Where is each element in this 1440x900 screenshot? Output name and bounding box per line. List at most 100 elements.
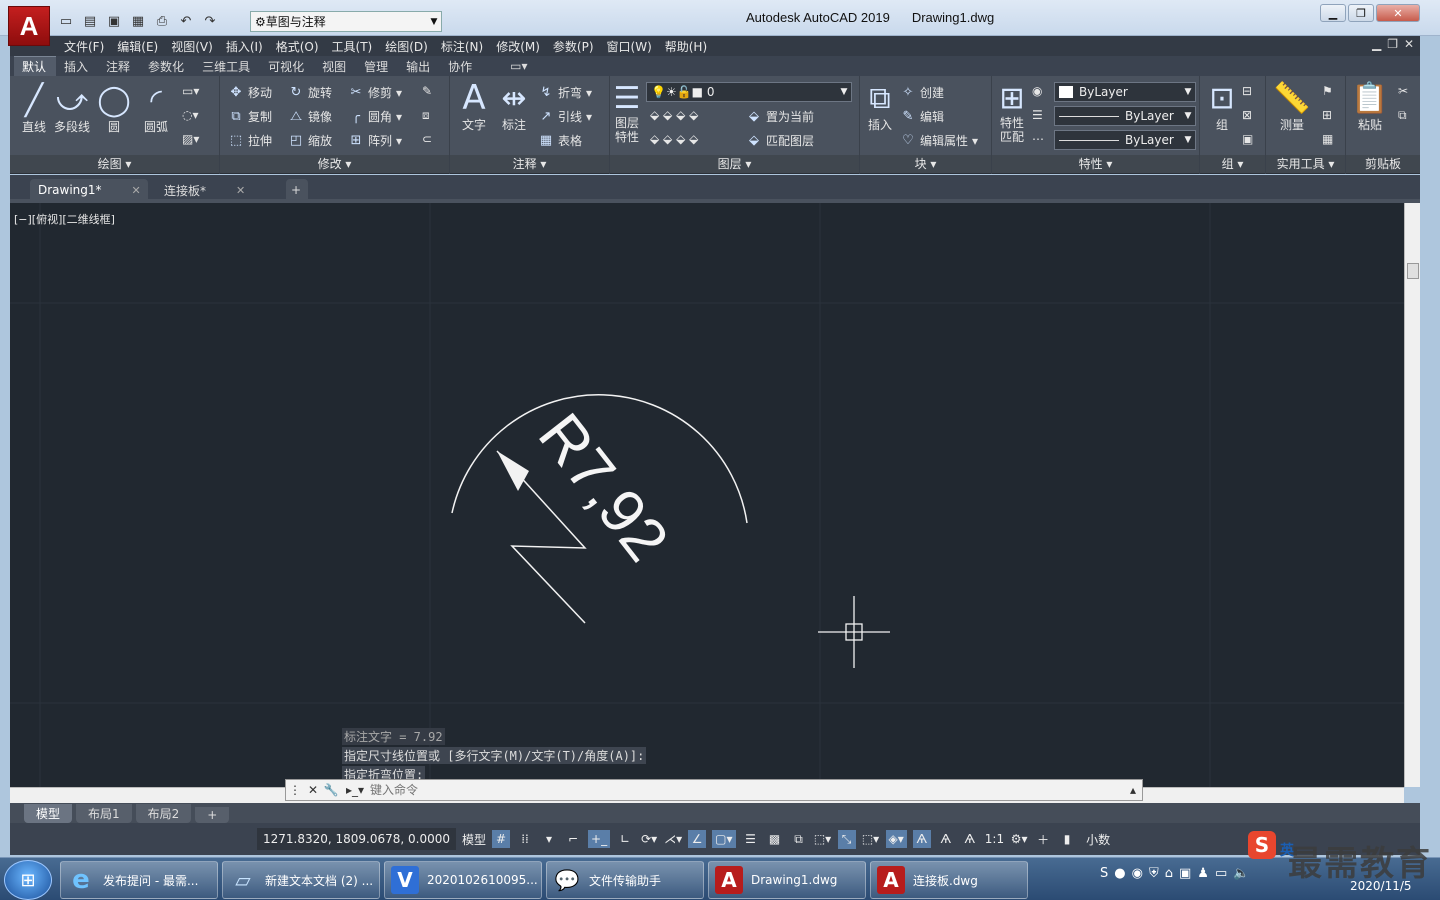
shield-icon[interactable]: ⛨ — [1149, 866, 1159, 881]
menu-dimension[interactable]: 标注(N) — [439, 38, 494, 55]
annotation-scale-value[interactable]: 1:1 — [985, 832, 1004, 846]
close-icon[interactable]: ✕ — [236, 184, 245, 197]
network-icon[interactable]: ⌂ — [1165, 866, 1173, 881]
measure-button[interactable]: 📏 测量 — [1273, 80, 1310, 133]
plus-icon[interactable]: ＋ — [1034, 831, 1052, 848]
calculator-icon[interactable]: ▦ — [1322, 132, 1333, 146]
ungroup-icon[interactable]: ⊟ — [1242, 84, 1252, 98]
units-value[interactable]: 小数 — [1086, 831, 1110, 848]
edit-attributes-button[interactable]: ♡ 编辑属性 ▾ — [900, 132, 978, 149]
table-button[interactable]: ▦ 表格 — [538, 132, 582, 149]
menu-draw[interactable]: 绘图(D) — [383, 38, 439, 55]
text-button[interactable]: A 文字 — [456, 78, 492, 133]
trim-button[interactable]: ✂ 修剪 ▾ — [348, 84, 403, 101]
infer-constraints-icon[interactable]: ⌐ — [564, 832, 582, 846]
dimension-button[interactable]: ⇹ 标注 — [496, 80, 532, 133]
menu-format[interactable]: 格式(O) — [274, 38, 330, 55]
tab-manage[interactable]: 管理 — [356, 57, 398, 76]
match-layer-button[interactable]: ⬙ 匹配图层 — [746, 132, 814, 149]
panel-title-groups[interactable]: 组 ▾ — [1200, 155, 1265, 173]
panel-title-annotation[interactable]: 注释 ▾ — [450, 155, 609, 173]
tab-visualize[interactable]: 可视化 — [260, 57, 314, 76]
group-edit-icon[interactable]: ⊠ — [1242, 108, 1252, 122]
panel-title-layers[interactable]: 图层 ▾ — [610, 155, 859, 173]
layer-properties-button[interactable]: ☰ 图层特性 — [612, 80, 642, 145]
group-button[interactable]: ⊡ 组 — [1204, 80, 1240, 133]
menu-tools[interactable]: 工具(T) — [330, 38, 384, 55]
display-icon[interactable]: ▭ — [1215, 866, 1227, 881]
layer-dropdown[interactable]: 💡☀🔓■ 0 ▼ — [646, 82, 852, 102]
set-current-button[interactable]: ⬙ 置为当前 — [746, 108, 814, 125]
start-button[interactable]: ⊞ — [4, 860, 52, 900]
taskbar-item-ie[interactable]: e 发布提问 - 最需... — [60, 861, 218, 899]
select-all-icon[interactable]: ⊞ — [1322, 108, 1332, 122]
taskbar-item-connection-plate[interactable]: A 连接板.dwg — [870, 861, 1028, 899]
wechat-tray-icon[interactable]: ● — [1114, 866, 1125, 881]
annotation-visibility-icon[interactable]: Ѧ — [912, 830, 931, 848]
menu-insert[interactable]: 插入(I) — [224, 38, 274, 55]
model-space-button[interactable]: 模型 — [462, 831, 486, 848]
qq-icon[interactable]: ♟ — [1197, 866, 1209, 881]
paste-button[interactable]: 📋 粘贴 — [1351, 80, 1388, 133]
volume-icon[interactable]: 🔈 — [1233, 866, 1249, 881]
tab-layout2[interactable]: 布局2 — [135, 804, 192, 823]
dynamic-ucs-icon[interactable]: ⤡ — [837, 829, 856, 849]
menu-file[interactable]: 文件(F) — [62, 38, 115, 55]
fillet-button[interactable]: ╭ 圆角 ▾ — [348, 108, 402, 125]
panel-title-utilities[interactable]: 实用工具 ▾ — [1266, 155, 1345, 173]
close-icon[interactable]: ✕ — [132, 184, 141, 197]
wrench-icon[interactable]: 🔧 — [322, 783, 340, 797]
tab-insert[interactable]: 插入 — [56, 57, 98, 76]
minimize-button[interactable]: ▁ — [1320, 4, 1346, 22]
annotation-scale-icon[interactable]: Ѧ — [961, 832, 979, 846]
redo-icon[interactable]: ↷ — [200, 12, 220, 30]
panel-title-block[interactable]: 块 ▾ — [860, 155, 991, 173]
tab-parametric[interactable]: 参数化 — [140, 57, 194, 76]
polar-tracking-icon[interactable]: ⟳▾ — [640, 832, 658, 846]
new-tab-button[interactable]: + — [286, 179, 308, 201]
doc-close-icon[interactable]: ✕ — [1404, 37, 1414, 51]
cut-icon[interactable]: ✂ — [1398, 84, 1408, 98]
menu-window[interactable]: 窗口(W) — [605, 38, 663, 55]
close-icon[interactable]: ✕ — [304, 783, 322, 797]
array-button[interactable]: ⊞ 阵列 ▾ — [348, 132, 403, 149]
transparency-icon[interactable]: ▩ — [766, 832, 784, 846]
panel-title-modify[interactable]: 修改 ▾ — [220, 155, 449, 173]
create-block-button[interactable]: ✧ 创建 — [900, 84, 944, 101]
group-select-icon[interactable]: ▣ — [1242, 132, 1253, 146]
layer-tools-row-1[interactable]: ⬙ ⬙ ⬙ ⬙ — [650, 108, 698, 122]
tab-output[interactable]: 输出 — [398, 57, 440, 76]
color-dropdown[interactable]: ByLayer ▼ — [1054, 82, 1196, 102]
isodraft-icon[interactable]: ⋌▾ — [664, 832, 682, 846]
grid-icon[interactable]: # — [492, 830, 511, 848]
drawing-canvas[interactable]: R7,92 — [10, 203, 1418, 787]
snap-dropdown-icon[interactable]: ▾ — [540, 832, 558, 846]
selection-filter-icon[interactable]: ⬚▾ — [862, 832, 880, 846]
new-icon[interactable]: ▭ — [56, 12, 76, 30]
scale-button[interactable]: ◰ 缩放 — [288, 132, 332, 149]
join-icon[interactable]: ⊂ — [422, 132, 432, 146]
tab-collaborate[interactable]: 协作 — [440, 57, 482, 76]
tab-default[interactable]: 默认 — [14, 56, 57, 76]
menu-modify[interactable]: 修改(M) — [494, 38, 551, 55]
stretch-button[interactable]: ⬚ 拉伸 — [228, 132, 272, 149]
erase-icon[interactable]: ✎ — [422, 84, 432, 98]
workspace-selector[interactable]: ⚙ 草图与注释 ▼ — [250, 11, 442, 32]
panel-title-draw[interactable]: 绘图 ▾ — [10, 155, 219, 173]
undo-icon[interactable]: ↶ — [176, 12, 196, 30]
object-snap-icon[interactable]: ▢▾ — [712, 830, 736, 848]
nvidia-icon[interactable]: ▣ — [1179, 866, 1191, 881]
hatch-icon[interactable]: ◌▾ — [182, 108, 199, 122]
lineweight-dropdown[interactable]: ByLayer ▼ — [1054, 106, 1196, 126]
object-snap-tracking-icon[interactable]: ∠ — [688, 830, 707, 848]
leader-button[interactable]: ↗ 引线 ▾ — [538, 108, 593, 125]
tab-layout1[interactable]: 布局1 — [76, 804, 132, 823]
print-icon[interactable]: ⎙ — [152, 12, 172, 30]
tab-3d-tools[interactable]: 三维工具 — [194, 57, 260, 76]
vertical-scrollbar[interactable] — [1404, 203, 1420, 787]
rotate-button[interactable]: ↻ 旋转 — [288, 84, 332, 101]
grip-icon[interactable]: ⋮ — [286, 783, 304, 797]
doc-tab-connection-plate[interactable]: 连接板* ✕ — [156, 179, 274, 201]
doc-restore-icon[interactable]: ❐ — [1387, 37, 1398, 51]
copy-button[interactable]: ⧉ 复制 — [228, 108, 272, 125]
